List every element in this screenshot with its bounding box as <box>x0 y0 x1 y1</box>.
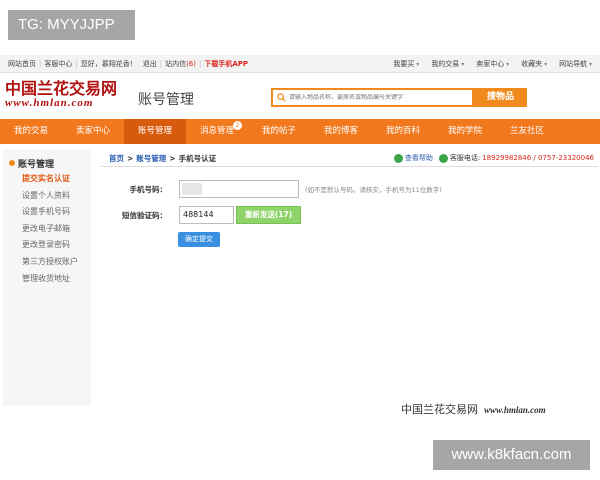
search-icon <box>273 93 289 102</box>
nav-message-management[interactable]: 消息管理 2 <box>186 119 248 144</box>
nav-label: 消息管理 <box>199 126 234 136</box>
masked-value <box>182 183 202 195</box>
help-icon <box>393 153 403 163</box>
nav-label: 我的博客 <box>323 126 358 136</box>
nav-label: 我的百科 <box>385 126 420 136</box>
resend-code-button[interactable]: 重新发送(17) <box>236 206 301 224</box>
top-utility-bar: 网站首页 | 客服中心 | 您好， 慕翔花香！ 退出 | 站内信(6) | 下载手机APP… <box>0 55 600 73</box>
main-content: 首页 > 账号管理 > 手机号认证 查看帮助 客服电话: 18929982846… <box>101 150 598 260</box>
page-title: 账号管理 <box>138 92 194 108</box>
sms-code-label: 短信验证码： <box>122 210 167 220</box>
page: TG: MYYJJPP www.k8kfacn.com 网站首页 | 客服中心 | … <box>0 0 600 480</box>
sidebar: 账号管理 提交实名认证 设置个人资料 设置手机号码 更改电子邮箱 更改登录密码 … <box>3 150 91 406</box>
topbar-home-link[interactable]: 网站首页 <box>5 59 39 69</box>
watermark-bottom-right: www.k8kfacn.com <box>433 440 590 470</box>
sidebar-item-phone[interactable]: 设置手机号码 <box>22 204 91 221</box>
topbar-inbox-link[interactable]: 站内信(6) <box>162 59 199 69</box>
footer-brand-cn: 中国兰花交易网 <box>401 403 478 416</box>
phone-row: 手机号码： (如不是默认号码，请核实，手机号为11位数字) <box>101 180 442 198</box>
nav-label: 卖家中心 <box>75 126 110 136</box>
nav-label: 我的交易 <box>13 126 48 136</box>
nav-my-academy[interactable]: 我的学院 <box>434 119 496 144</box>
nav-account-management[interactable]: 账号管理 <box>124 119 186 144</box>
nav-my-trades[interactable]: 我的交易 <box>0 119 62 144</box>
breadcrumb-bar: 首页 > 账号管理 > 手机号认证 查看帮助 客服电话: 18929982846… <box>101 150 598 167</box>
nav-my-wiki[interactable]: 我的百科 <box>372 119 434 144</box>
topbar-greeting: 您好， <box>80 59 102 68</box>
search-button[interactable]: 搜物品 <box>474 88 527 107</box>
footer-brand-url: www.hmlan.com <box>484 405 546 415</box>
service-phone: 客服电话: 18929982846 / 0757-23320046 <box>438 153 594 163</box>
logo-en: www.hmlan.com <box>5 97 94 109</box>
phone-number-label: 手机号码： <box>129 184 168 194</box>
inbox-count: (6) <box>186 59 196 68</box>
help-label: 查看帮助 <box>404 154 433 162</box>
watermark-top-left: TG: MYYJJPP <box>8 10 135 40</box>
sidebar-title-label: 账号管理 <box>18 159 55 170</box>
topbar-menu-seller-center[interactable]: 卖家中心 <box>476 59 509 69</box>
search-box <box>271 88 474 107</box>
phone-icon <box>438 153 448 163</box>
nav-label: 我的帖子 <box>261 126 296 136</box>
phone-numbers: 18929982846 / 0757-23320046 <box>482 154 594 162</box>
site-header: 中国兰花交易网 www.hmlan.com 账号管理 搜物品 <box>0 73 600 119</box>
search-input[interactable] <box>289 94 469 101</box>
sidebar-item-address[interactable]: 管理收货地址 <box>22 271 91 288</box>
nav-community[interactable]: 兰友社区 <box>496 119 558 144</box>
phone-number-field[interactable] <box>179 180 299 198</box>
bullet-icon <box>9 160 15 166</box>
sidebar-item-password[interactable]: 更改登录密码 <box>22 237 91 254</box>
breadcrumb-current: 手机号认证 <box>178 153 217 163</box>
download-app-link[interactable]: 下载手机APP <box>201 59 251 69</box>
submit-button[interactable]: 确定提交 <box>178 232 220 247</box>
nav-label: 账号管理 <box>137 126 172 136</box>
topbar-menu-site-nav[interactable]: 网站导航 <box>559 59 592 69</box>
sidebar-item-profile[interactable]: 设置个人资料 <box>22 188 91 205</box>
message-badge: 2 <box>233 121 242 130</box>
nav-label: 我的学院 <box>447 126 482 136</box>
help-link[interactable]: 查看帮助 <box>393 153 433 163</box>
support-info: 查看帮助 客服电话: 18929982846 / 0757-23320046 <box>393 153 598 163</box>
topbar-menu-favorites[interactable]: 收藏夹 <box>521 59 547 69</box>
sidebar-item-real-name[interactable]: 提交实名认证 <box>22 171 91 188</box>
phone-label: 客服电话: <box>449 154 481 162</box>
phone-hint: (如不是默认号码，请核实，手机号为11位数字) <box>305 186 442 194</box>
breadcrumb-section[interactable]: 账号管理 <box>136 153 166 164</box>
nav-label: 兰友社区 <box>509 126 544 136</box>
topbar-left: 网站首页 | 客服中心 | 您好， 慕翔花香！ 退出 | 站内信(6) | 下载手机APP <box>0 59 251 69</box>
nav-seller-center[interactable]: 卖家中心 <box>62 119 124 144</box>
nav-my-blog[interactable]: 我的博客 <box>310 119 372 144</box>
topbar-service-link[interactable]: 客服中心 <box>41 59 75 69</box>
topbar-inbox-label: 站内信 <box>165 59 187 68</box>
sidebar-item-email[interactable]: 更改电子邮箱 <box>22 221 91 238</box>
topbar-username[interactable]: 慕翔花香 <box>102 59 130 69</box>
topbar-right: 我要买 我的交易 卖家中心 收藏夹 网站导航 <box>393 59 600 69</box>
sidebar-list: 提交实名认证 设置个人资料 设置手机号码 更改电子邮箱 更改登录密码 第三方授权… <box>3 171 91 287</box>
breadcrumb-sep: > <box>169 153 176 163</box>
nav-my-posts[interactable]: 我的帖子 <box>248 119 310 144</box>
logo-cn: 中国兰花交易网 <box>5 79 118 98</box>
breadcrumb-home[interactable]: 首页 <box>109 153 124 164</box>
footer-brand: 中国兰花交易网 www.hmlan.com <box>401 401 546 417</box>
sidebar-title: 账号管理 <box>3 155 91 171</box>
topbar-logout-link[interactable]: 退出 <box>140 59 160 69</box>
code-row: 短信验证码： 488144 重新发送(17) <box>101 206 301 224</box>
topbar-menu-my-trades[interactable]: 我的交易 <box>431 59 464 69</box>
breadcrumb-sep: > <box>127 153 134 163</box>
site-logo[interactable]: 中国兰花交易网 www.hmlan.com <box>5 80 125 112</box>
breadcrumb: 首页 > 账号管理 > 手机号认证 <box>101 153 216 164</box>
main-nav: 我的交易 卖家中心 账号管理 消息管理 2 我的帖子 我的博客 我的百科 我的学院… <box>0 119 600 144</box>
sidebar-item-third-party[interactable]: 第三方授权账户 <box>22 254 91 271</box>
topbar-menu-buy[interactable]: 我要买 <box>393 59 419 69</box>
topbar-exclaim: ！ <box>129 59 137 68</box>
sms-code-input[interactable]: 488144 <box>179 206 234 224</box>
